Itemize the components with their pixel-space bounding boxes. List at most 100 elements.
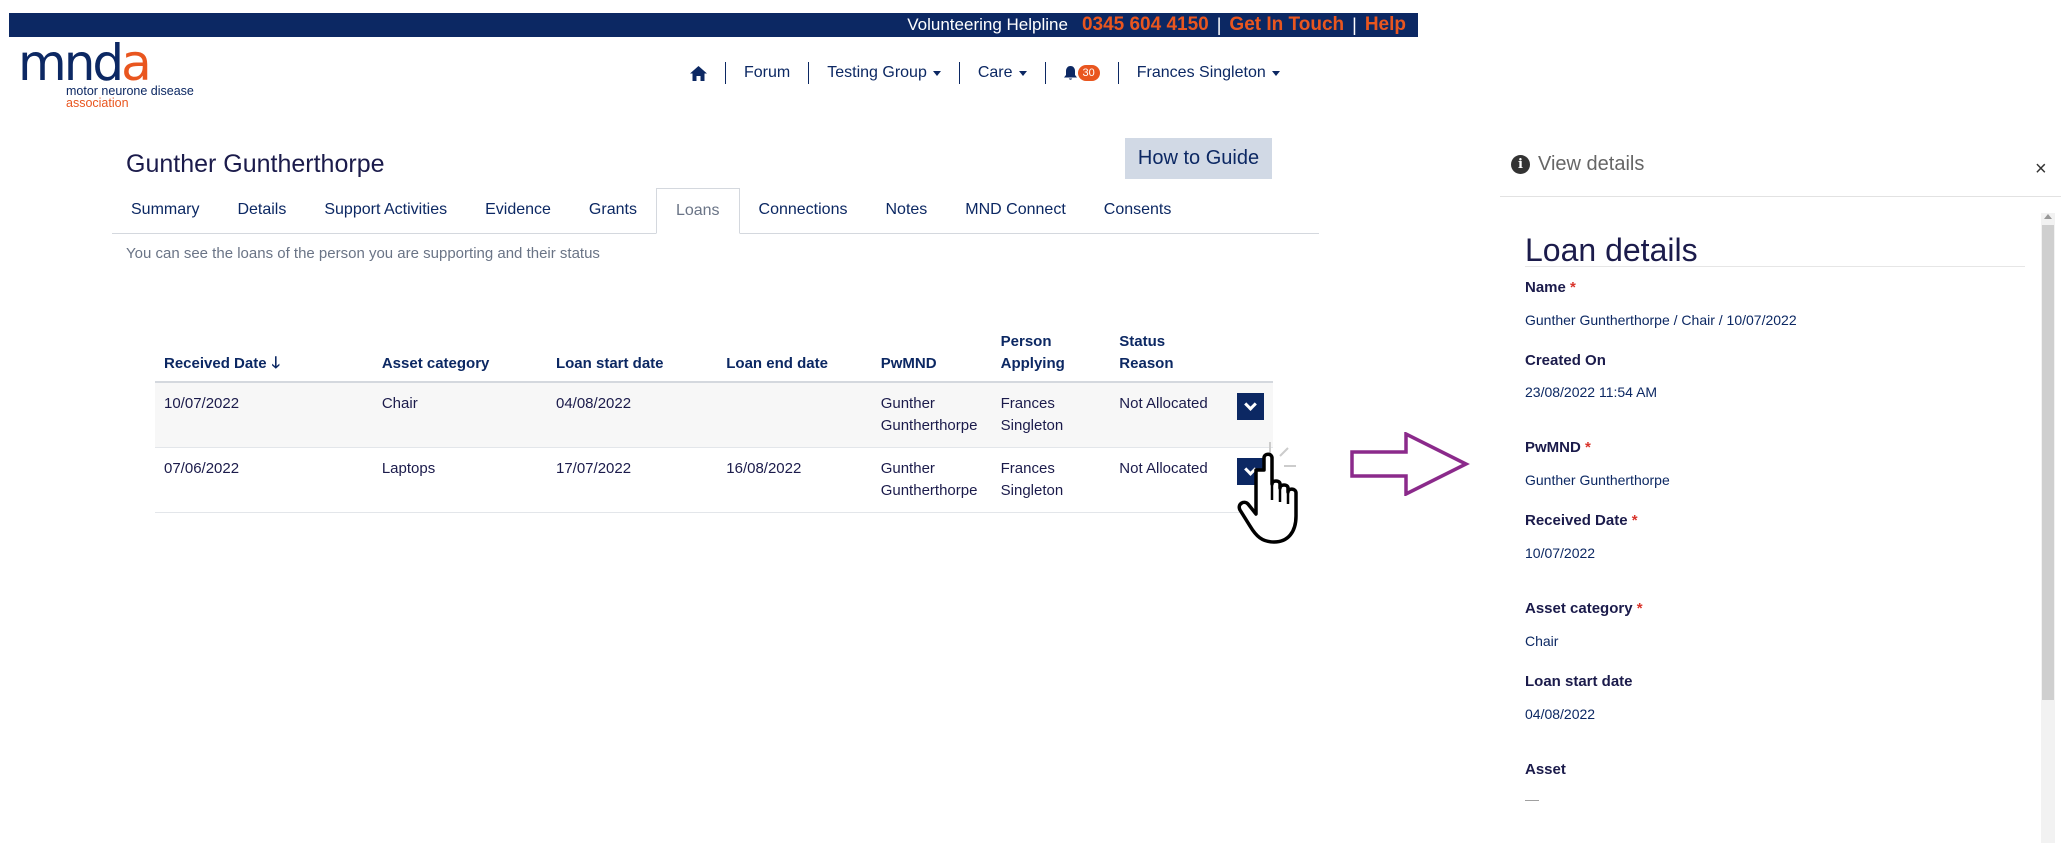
cell-person-line1: Frances — [1000, 395, 1055, 412]
help-link[interactable]: Help — [1365, 14, 1406, 36]
cell-pwmnd-line2: Guntherthorpe — [880, 417, 978, 434]
table-header-row: Received Date 🡓 Asset category Loan start… — [155, 325, 1273, 383]
col-person-applying[interactable]: Person Applying — [991, 325, 1111, 383]
panel-divider — [1500, 196, 2061, 197]
cell-pwmnd-line1: Gunther — [880, 395, 935, 412]
nav-notifications[interactable]: 30 — [1046, 61, 1118, 85]
field-asset-value[interactable]: — — [1525, 791, 1539, 807]
cell-status-reason: Not Allocated — [1110, 447, 1228, 513]
hand-cursor-icon — [1237, 442, 1298, 544]
tab-connections[interactable]: Connections — [740, 187, 867, 233]
field-asset-label: Asset — [1525, 761, 1566, 778]
tab-consents[interactable]: Consents — [1085, 187, 1191, 233]
required-mark: * — [1631, 512, 1638, 529]
tab-summary[interactable]: Summary — [112, 187, 218, 233]
field-pwmnd-value[interactable]: Gunther Guntherthorpe — [1525, 472, 1670, 488]
main-nav: Forum Testing Group Care 30 Frances Sing… — [672, 60, 1298, 86]
field-created-on-value[interactable]: 23/08/2022 11:54 AM — [1525, 384, 1657, 400]
get-in-touch-link[interactable]: Get In Touch — [1229, 14, 1344, 36]
cell-pwmnd-line1: Gunther — [880, 460, 935, 477]
col-loan-end-date[interactable]: Loan end date — [717, 325, 872, 383]
nav-home[interactable] — [672, 61, 725, 85]
cell-loan-end-date — [717, 382, 872, 448]
bell-icon — [1063, 65, 1077, 80]
field-asset-category-label-text: Asset category — [1525, 600, 1633, 617]
tab-grants[interactable]: Grants — [570, 187, 656, 233]
panel-title: View details — [1538, 153, 1645, 175]
field-received-date-label: Received Date * — [1525, 512, 1638, 529]
panel-header: i View details — [1511, 153, 1644, 176]
tab-mnd-connect[interactable]: MND Connect — [946, 187, 1084, 233]
field-name-label-text: Name — [1525, 279, 1566, 296]
cell-pwmnd: Gunther Guntherthorpe — [871, 447, 992, 513]
cell-person-applying: Frances Singleton — [991, 447, 1111, 513]
record-tabs: Summary Details Support Activities Evide… — [112, 188, 1319, 234]
cell-person-line1: Frances — [1000, 460, 1055, 477]
nav-testing-group[interactable]: Testing Group — [809, 61, 959, 85]
how-to-guide-button[interactable]: How to Guide — [1125, 138, 1272, 179]
col-person-applying-line1: Person — [1000, 333, 1052, 350]
form-divider — [1525, 266, 2025, 267]
field-name-value[interactable]: Gunther Guntherthorpe / Chair / 10/07/20… — [1525, 312, 1797, 328]
field-pwmnd-label: PwMND * — [1525, 439, 1591, 456]
field-created-on-label: Created On — [1525, 352, 1606, 369]
loans-table: Received Date 🡓 Asset category Loan start… — [155, 325, 1273, 513]
nav-forum[interactable]: Forum — [726, 61, 808, 85]
col-pwmnd[interactable]: PwMND — [871, 325, 992, 383]
table-row[interactable]: 07/06/2022 Laptops 17/07/2022 16/08/2022… — [155, 447, 1273, 513]
nav-user-name: Frances Singleton — [1136, 64, 1266, 81]
home-icon — [690, 65, 707, 81]
cell-asset-category: Laptops — [372, 447, 547, 513]
col-received-date-label: Received Date — [164, 355, 267, 372]
cell-person-line2: Singleton — [1000, 417, 1064, 434]
nav-care[interactable]: Care — [960, 61, 1045, 85]
col-asset-category[interactable]: Asset category — [372, 325, 547, 383]
col-received-date[interactable]: Received Date 🡓 — [155, 325, 373, 383]
field-pwmnd-label-text: PwMND — [1525, 439, 1581, 456]
nav-forum-label: Forum — [744, 64, 791, 81]
logo-line-2: association — [66, 96, 129, 110]
cell-received-date: 10/07/2022 — [155, 382, 373, 448]
scroll-up-icon[interactable] — [2044, 214, 2052, 219]
field-received-date-value[interactable]: 10/07/2022 — [1525, 545, 1595, 561]
field-loan-start-date-value[interactable]: 04/08/2022 — [1525, 706, 1595, 722]
nav-user-menu[interactable]: Frances Singleton — [1119, 61, 1298, 85]
cell-pwmnd-line2: Guntherthorpe — [880, 482, 978, 499]
cell-loan-start-date: 17/07/2022 — [546, 447, 718, 513]
caret-down-icon — [1018, 70, 1027, 76]
col-loan-start-date[interactable]: Loan start date — [546, 325, 718, 383]
tab-loans[interactable]: Loans — [655, 188, 740, 234]
tab-details[interactable]: Details — [218, 187, 305, 233]
row-expand-button[interactable] — [1236, 393, 1264, 420]
cell-loan-start-date: 04/08/2022 — [546, 382, 718, 448]
close-icon[interactable]: × — [2035, 158, 2047, 181]
required-mark: * — [1636, 600, 1643, 617]
field-received-date-label-text: Received Date — [1525, 512, 1628, 529]
required-mark: * — [1585, 439, 1591, 456]
caret-down-icon — [932, 70, 941, 76]
col-actions — [1227, 325, 1273, 383]
required-mark: * — [1570, 279, 1576, 296]
cell-loan-end-date: 16/08/2022 — [717, 447, 872, 513]
cell-actions — [1227, 382, 1273, 448]
helpline-phone[interactable]: 0345 604 4150 — [1082, 14, 1209, 36]
tab-notes[interactable]: Notes — [866, 187, 946, 233]
arrow-down-icon: 🡓 — [271, 355, 280, 372]
table-row[interactable]: 10/07/2022 Chair 04/08/2022 Gunther Gunth… — [155, 382, 1273, 448]
tab-support-activities[interactable]: Support Activities — [305, 187, 466, 233]
mnda-logo[interactable]: mnda motor neurone disease association — [18, 38, 218, 110]
caret-down-icon — [1271, 70, 1280, 76]
helpline-label: Volunteering Helpline — [907, 15, 1068, 34]
panel-scrollbar-thumb[interactable] — [2042, 225, 2054, 700]
field-asset-category-value[interactable]: Chair — [1525, 633, 1558, 649]
nav-testing-group-label: Testing Group — [827, 64, 927, 81]
col-status-reason[interactable]: Status Reason — [1110, 325, 1228, 383]
page-title: Gunther Guntherthorpe — [126, 150, 385, 178]
cell-person-line2: Singleton — [1000, 482, 1064, 499]
form-title: Loan details — [1525, 232, 1698, 268]
tab-evidence[interactable]: Evidence — [466, 187, 570, 233]
field-loan-start-date-label: Loan start date — [1525, 673, 1633, 690]
cell-pwmnd: Gunther Guntherthorpe — [871, 382, 992, 448]
field-name-label: Name * — [1525, 279, 1576, 296]
cell-received-date: 07/06/2022 — [155, 447, 373, 513]
